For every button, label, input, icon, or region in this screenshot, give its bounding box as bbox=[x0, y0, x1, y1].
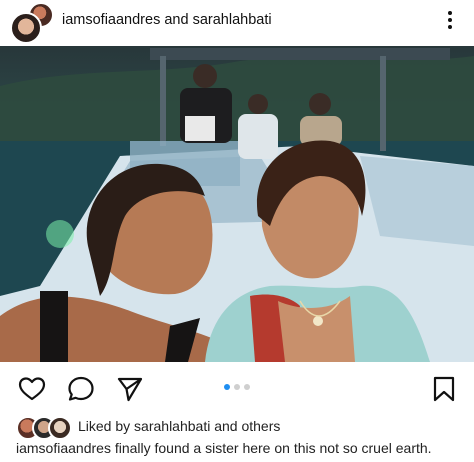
caption-user[interactable]: iamsofiaandres bbox=[16, 440, 111, 456]
heart-icon[interactable] bbox=[18, 375, 46, 403]
bookmark-icon[interactable] bbox=[430, 375, 458, 403]
liked-by-text: Liked by sarahlahbati and others bbox=[78, 418, 280, 434]
carousel-dot bbox=[224, 384, 230, 390]
more-options-icon[interactable] bbox=[440, 6, 460, 34]
avatar bbox=[48, 416, 72, 440]
author-avatars[interactable] bbox=[10, 2, 56, 44]
carousel-dot bbox=[244, 384, 250, 390]
liked-and: and bbox=[214, 418, 238, 434]
comment-icon[interactable] bbox=[67, 375, 95, 403]
caption-text: finally found a sister here on this not … bbox=[114, 440, 432, 456]
post-photo[interactable] bbox=[0, 46, 474, 362]
liked-prefix: Liked by bbox=[78, 418, 131, 434]
liked-user[interactable]: sarahlahbati bbox=[134, 418, 210, 434]
liked-by-row[interactable]: Liked by sarahlahbati and others bbox=[0, 414, 474, 440]
avatar[interactable] bbox=[10, 12, 42, 44]
carousel-indicator bbox=[224, 384, 250, 390]
carousel-dot bbox=[234, 384, 240, 390]
liked-others[interactable]: others bbox=[241, 418, 280, 434]
send-icon[interactable] bbox=[116, 375, 144, 403]
post-author-line[interactable]: iamsofiaandres and sarahlahbati bbox=[62, 12, 272, 28]
post-header: iamsofiaandres and sarahlahbati bbox=[0, 0, 474, 46]
post-caption: iamsofiaandres finally found a sister he… bbox=[16, 440, 432, 456]
post-actions bbox=[0, 362, 474, 412]
